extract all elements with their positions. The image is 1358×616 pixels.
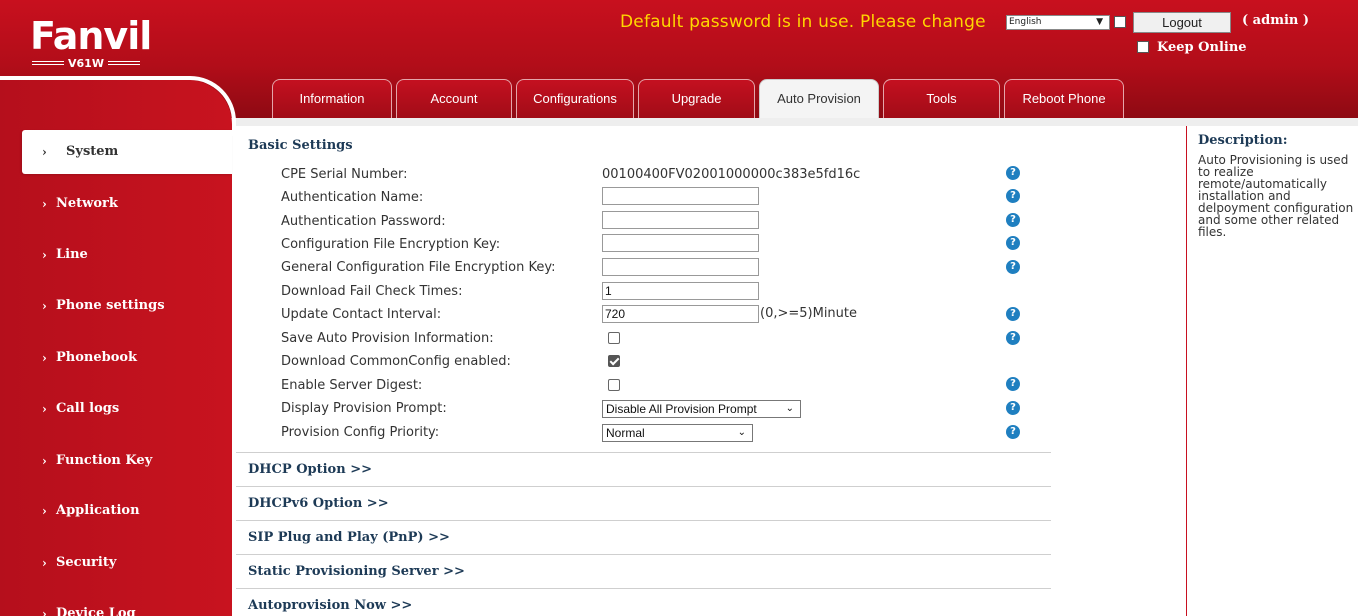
header-curve-divider [0,76,236,136]
static-server-section[interactable]: Static Provisioning Server >> [236,554,1051,588]
common-config-label: Download CommonConfig enabled: [281,354,511,369]
common-config-checkbox[interactable] [608,355,620,367]
server-digest-label: Enable Server Digest: [281,378,423,393]
help-icon[interactable]: ? [1006,213,1020,227]
sidebar-item-phonebook[interactable]: › Phonebook [0,336,232,380]
help-icon[interactable]: ? [1006,236,1020,250]
password-warning[interactable]: Default password is in use. Please chang… [620,12,986,32]
chevron-down-icon: ▼ [1096,17,1103,27]
display-prompt-label: Display Provision Prompt: [281,401,447,416]
server-digest-checkbox[interactable] [608,379,620,391]
sip-pnp-section[interactable]: SIP Plug and Play (PnP) >> [236,520,1051,554]
general-key-input[interactable] [602,258,759,276]
description-text: Auto Provisioning is used to realize rem… [1198,153,1354,239]
user-label: ( admin ) [1242,13,1310,28]
main-tabs: Information Account Configurations Upgra… [272,79,1128,118]
cpe-serial-value: 00100400FV02001000000c383e5fd16c [602,167,861,182]
fanvil-logo: Fanvil V61W [30,14,152,70]
model-label: V61W [32,56,140,70]
sidebar-item-security[interactable]: › Security [0,541,232,585]
help-icon[interactable]: ? [1006,331,1020,345]
sidebar-item-device-log[interactable]: › Device Log [0,592,232,616]
save-info-label: Save Auto Provision Information: [281,331,494,346]
keep-online-checkbox[interactable] [1137,41,1149,53]
sidebar-item-line[interactable]: › Line [0,233,232,277]
description-title: Description: [1198,133,1288,148]
content-top-bar [236,118,1358,126]
chevron-right-icon: › [42,556,47,570]
update-interval-label: Update Contact Interval: [281,307,442,322]
sidebar-item-call-logs[interactable]: › Call logs [0,387,232,431]
help-icon[interactable]: ? [1006,425,1020,439]
dhcp-option-section[interactable]: DHCP Option >> [236,452,1051,486]
tab-tools[interactable]: Tools [883,79,1000,118]
chevron-right-icon: › [42,197,47,211]
chevron-down-icon: ⌄ [785,403,794,414]
chevron-right-icon: › [42,402,47,416]
fail-check-input[interactable]: 1 [602,282,759,300]
config-key-input[interactable] [602,234,759,252]
chevron-right-icon: › [42,607,47,616]
save-info-checkbox[interactable] [608,332,620,344]
chevron-right-icon: › [42,454,47,468]
tab-configurations[interactable]: Configurations [516,79,634,118]
tab-auto-provision[interactable]: Auto Provision [759,79,879,118]
sidebar-item-network[interactable]: › Network [0,182,232,226]
auth-password-label: Authentication Password: [281,214,446,229]
sidebar-item-application[interactable]: › Application [0,489,232,533]
tab-upgrade[interactable]: Upgrade [638,79,755,118]
priority-select[interactable]: Normal ⌄ [602,424,753,442]
dhcpv6-option-section[interactable]: DHCPv6 Option >> [236,486,1051,520]
auth-password-input[interactable] [602,211,759,229]
tab-information[interactable]: Information [272,79,392,118]
config-key-label: Configuration File Encryption Key: [281,237,501,252]
sidebar: › System › Network › Line › Phone settings ›… [0,80,232,616]
chevron-right-icon: › [42,504,47,518]
chevron-down-icon: ⌄ [737,427,746,438]
basic-settings-panel: Basic Settings CPE Serial Number: 001004… [236,126,1188,616]
sidebar-item-function-key[interactable]: › Function Key [0,439,232,483]
sidebar-item-phone-settings[interactable]: › Phone settings [0,284,232,328]
help-icon[interactable]: ? [1006,307,1020,321]
general-key-label: General Configuration File Encryption Ke… [281,260,556,275]
tab-reboot-phone[interactable]: Reboot Phone [1004,79,1124,118]
priority-label: Provision Config Priority: [281,425,440,440]
sidebar-item-system[interactable]: › System [22,130,232,174]
keep-online-label: Keep Online [1157,40,1247,55]
cpe-serial-label: CPE Serial Number: [281,167,408,182]
auth-name-input[interactable] [602,187,759,205]
display-prompt-select[interactable]: Disable All Provision Prompt ⌄ [602,400,801,418]
fail-check-label: Download Fail Check Times: [281,284,463,299]
tab-account[interactable]: Account [396,79,512,118]
help-icon[interactable]: ? [1006,189,1020,203]
autoprovision-now-section[interactable]: Autoprovision Now >> [236,588,1051,616]
language-checkbox[interactable] [1114,16,1126,28]
chevron-right-icon: › [42,299,47,313]
update-interval-input[interactable]: 720 [602,305,759,323]
update-interval-unit: (0,>=5)Minute [760,306,858,321]
chevron-right-icon: › [42,351,47,365]
section-title: Basic Settings [248,138,353,153]
description-panel: Description: Auto Provisioning is used t… [1186,126,1358,616]
help-icon[interactable]: ? [1006,377,1020,391]
help-icon[interactable]: ? [1006,401,1020,415]
help-icon[interactable]: ? [1006,166,1020,180]
help-icon[interactable]: ? [1006,260,1020,274]
chevron-right-icon: › [42,248,47,262]
auth-name-label: Authentication Name: [281,190,424,205]
logout-button[interactable]: Logout [1133,12,1231,33]
chevron-right-icon: › [42,145,47,159]
language-select[interactable]: English ▼ [1006,15,1110,30]
